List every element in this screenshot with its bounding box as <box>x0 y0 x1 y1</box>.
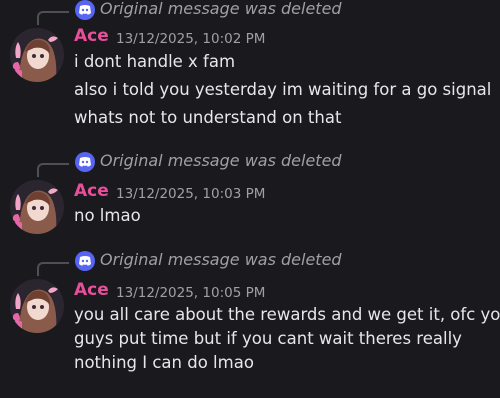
author-name[interactable]: Ace <box>74 181 109 201</box>
reply-reference[interactable]: Original message was deleted <box>0 151 500 177</box>
reply-spine <box>37 163 69 177</box>
message-timestamp: 13/12/2025, 10:02 PM <box>116 31 266 47</box>
avatar[interactable] <box>10 279 64 333</box>
reply-reference[interactable]: Original message was deleted <box>0 250 500 276</box>
reply-deleted-text: Original message was deleted <box>100 0 342 18</box>
message-line: whats not to understand on that <box>74 108 342 127</box>
author-name[interactable]: Ace <box>74 280 109 300</box>
message-line: nothing I can do lmao <box>74 353 254 372</box>
reply-spine <box>37 262 69 276</box>
reply-deleted-text: Original message was deleted <box>100 250 342 269</box>
avatar[interactable] <box>10 180 64 234</box>
message-timestamp: 13/12/2025, 10:05 PM <box>116 285 266 301</box>
message-line: i dont handle x fam <box>74 52 236 71</box>
reply-deleted-text: Original message was deleted <box>100 151 342 170</box>
reply-reference[interactable]: Original message was deleted <box>0 0 500 25</box>
message-timestamp: 13/12/2025, 10:03 PM <box>116 186 266 202</box>
author-name[interactable]: Ace <box>74 26 109 46</box>
discord-logo-icon <box>75 0 95 20</box>
discord-logo-icon <box>75 251 95 271</box>
message-line: you all care about the rewards and we ge… <box>74 305 500 324</box>
message-line: guys put time but if you cant wait there… <box>74 329 462 348</box>
message-line: also i told you yesterday im waiting for… <box>74 80 492 99</box>
discord-logo-icon <box>75 152 95 172</box>
message-line: no lmao <box>74 206 141 225</box>
reply-spine <box>37 11 69 25</box>
avatar[interactable] <box>10 28 64 82</box>
